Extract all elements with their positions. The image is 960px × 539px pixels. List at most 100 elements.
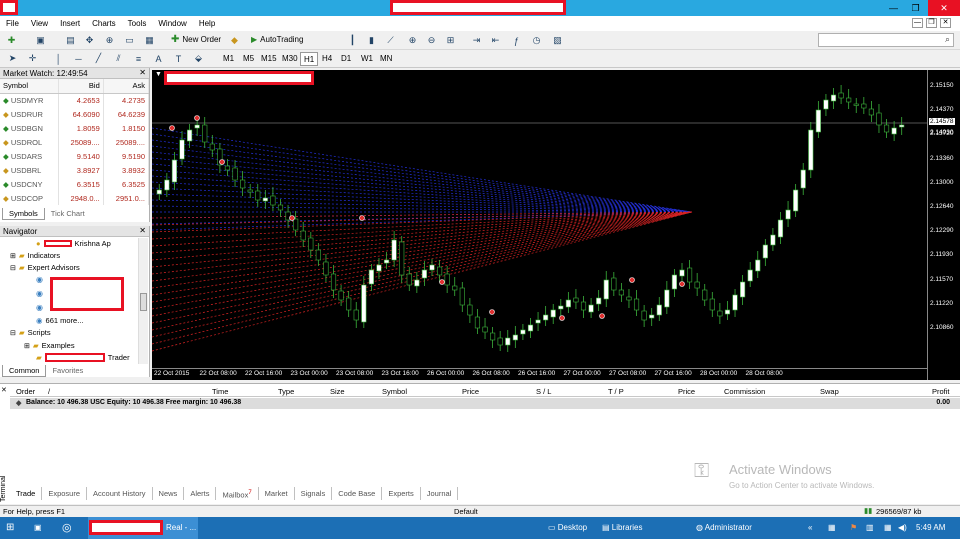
- expand-icon[interactable]: ⊞: [10, 252, 16, 260]
- shapes-icon[interactable]: ⬙: [192, 52, 205, 65]
- market-watch-row[interactable]: ◆ USDARS 9.5140 9.5190: [0, 149, 150, 163]
- metaeditor-icon[interactable]: ◆: [228, 34, 241, 47]
- column-swap[interactable]: Swap: [820, 387, 839, 396]
- desktop-toolbar[interactable]: ▭ Desktop: [548, 517, 587, 539]
- horizontal-line-icon[interactable]: ─: [72, 52, 85, 65]
- market-watch-row[interactable]: ◆ USDMYR 4.2653 4.2735: [0, 93, 150, 107]
- chrome-icon[interactable]: ◎: [62, 517, 72, 539]
- restore-button[interactable]: ❐: [906, 0, 925, 16]
- timeframe-mn[interactable]: MN: [377, 52, 395, 66]
- column-order[interactable]: Order: [16, 387, 35, 396]
- menu-file[interactable]: File: [0, 19, 25, 28]
- terminal-close-icon[interactable]: ✕: [1, 386, 7, 394]
- indicators-item[interactable]: ⊞ ▰ Indicators: [10, 251, 60, 260]
- tab-favorites[interactable]: Favorites: [46, 365, 89, 377]
- column-ask[interactable]: Ask: [103, 79, 150, 94]
- column-sl[interactable]: S / L: [536, 387, 551, 396]
- market-watch-row[interactable]: ◆ USDBRL 3.8927 3.8932: [0, 163, 150, 177]
- scripts-item[interactable]: ⊟ ▰ Scripts: [10, 328, 51, 337]
- timeframe-h1[interactable]: H1: [300, 52, 319, 66]
- balance-row[interactable]: ◆ Balance: 10 496.38 USC Equity: 10 496.…: [10, 398, 960, 409]
- data-window-icon[interactable]: ✥: [83, 34, 96, 47]
- timeframe-d1[interactable]: D1: [338, 52, 354, 66]
- line-chart-icon[interactable]: ⟋: [384, 34, 397, 47]
- tray-app-icon[interactable]: ▦: [828, 517, 836, 539]
- menu-charts[interactable]: Charts: [86, 19, 122, 28]
- timeframe-m15[interactable]: M15: [258, 52, 280, 66]
- chart-shift-icon[interactable]: ⇥: [470, 34, 483, 47]
- column-profit[interactable]: Profit: [932, 387, 950, 396]
- menu-insert[interactable]: Insert: [54, 19, 86, 28]
- timeframe-m30[interactable]: M30: [279, 52, 301, 66]
- script-item[interactable]: ▰ Trader: [36, 353, 130, 362]
- search-input[interactable]: ⌕: [818, 33, 954, 47]
- user-toolbar[interactable]: ◍ Administrator: [696, 517, 752, 539]
- cursor-icon[interactable]: ➤: [6, 52, 19, 65]
- column-size[interactable]: Size: [330, 387, 345, 396]
- tray-network-icon[interactable]: ▥: [866, 517, 874, 539]
- tab-common[interactable]: Common: [2, 365, 47, 377]
- column-bid[interactable]: Bid: [58, 79, 104, 94]
- strategy-tester-icon[interactable]: ▦: [143, 34, 156, 47]
- timeframe-w1[interactable]: W1: [358, 52, 376, 66]
- tab-news[interactable]: News: [153, 487, 185, 500]
- tab-journal[interactable]: Journal: [421, 487, 459, 500]
- market-watch-row[interactable]: ◆ USDRUR 64.6090 64.6239: [0, 107, 150, 121]
- templates-icon[interactable]: ▧: [551, 34, 564, 47]
- column-type[interactable]: Type: [278, 387, 294, 396]
- tab-trade[interactable]: Trade: [10, 487, 43, 500]
- fibonacci-icon[interactable]: ≡: [132, 52, 145, 65]
- text-label-icon[interactable]: T: [172, 52, 185, 65]
- trendline-icon[interactable]: ╱: [92, 52, 105, 65]
- column-sort[interactable]: /: [48, 387, 50, 396]
- chart-canvas[interactable]: [152, 70, 927, 370]
- column-price-current[interactable]: Price: [678, 387, 695, 396]
- price-chart[interactable]: ▼ 22 Oct 2015 22 Oct 08:00 22 Oct 16:00 23 …: [152, 70, 960, 380]
- tray-volume-icon[interactable]: ◀): [898, 517, 907, 539]
- column-symbol[interactable]: Symbol: [0, 79, 59, 94]
- market-watch-row[interactable]: ◆ USDCNY 6.3515 6.3525: [0, 177, 150, 191]
- market-watch-close-icon[interactable]: ✕: [139, 68, 146, 77]
- tab-alerts[interactable]: Alerts: [184, 487, 217, 500]
- tab-exposure[interactable]: Exposure: [42, 487, 88, 500]
- tile-windows-icon[interactable]: ⊞: [444, 34, 457, 47]
- market-watch-row[interactable]: ◆ USDROL 25089.... 25089....: [0, 135, 150, 149]
- profiles-icon[interactable]: ▣: [34, 34, 47, 47]
- new-chart-icon[interactable]: ✚: [5, 34, 18, 47]
- tray-flag-icon[interactable]: ⚑: [850, 517, 857, 539]
- market-watch-row[interactable]: ◆ USDCOP 2948.0... 2951.0...: [0, 191, 150, 205]
- indicators-icon[interactable]: ƒ: [510, 34, 523, 47]
- tray-chart-icon[interactable]: ▦: [884, 517, 892, 539]
- menu-view[interactable]: View: [25, 19, 54, 28]
- close-button[interactable]: ✕: [928, 0, 960, 16]
- column-commission[interactable]: Commission: [724, 387, 765, 396]
- tab-mailbox[interactable]: Mailbox7: [216, 487, 259, 500]
- start-icon[interactable]: ⊞: [6, 517, 14, 539]
- zoom-out-icon[interactable]: ⊖: [425, 34, 438, 47]
- menu-tools[interactable]: Tools: [122, 19, 153, 28]
- tab-account-history[interactable]: Account History: [87, 487, 153, 500]
- column-time[interactable]: Time: [212, 387, 228, 396]
- market-watch-row[interactable]: ◆ USDBGN 1.8059 1.8150: [0, 121, 150, 135]
- bar-chart-icon[interactable]: ┃: [346, 34, 359, 47]
- navigator-close-icon[interactable]: ✕: [139, 226, 146, 235]
- column-price[interactable]: Price: [462, 387, 479, 396]
- more-experts-item[interactable]: ◉ 661 more...: [36, 316, 83, 325]
- collapse-icon[interactable]: ⊟: [10, 329, 16, 337]
- tab-symbols[interactable]: Symbols: [2, 208, 45, 220]
- scroll-thumb[interactable]: [140, 293, 147, 311]
- zoom-in-icon[interactable]: ⊕: [406, 34, 419, 47]
- tab-code-base[interactable]: Code Base: [332, 487, 383, 500]
- tab-experts[interactable]: Experts: [382, 487, 421, 500]
- terminal-icon[interactable]: ▭: [123, 34, 136, 47]
- timeframe-h4[interactable]: H4: [319, 52, 335, 66]
- mdi-restore-button[interactable]: ❐: [926, 18, 937, 28]
- tab-tick-chart[interactable]: Tick Chart: [45, 208, 91, 220]
- navigator-icon[interactable]: ⊕: [103, 34, 116, 47]
- libraries-toolbar[interactable]: ▤ Libraries: [602, 517, 642, 539]
- expand-icon[interactable]: ⊞: [24, 342, 30, 350]
- tab-market[interactable]: Market: [259, 487, 295, 500]
- candlestick-icon[interactable]: ▮: [365, 34, 378, 47]
- desktop-app-icon[interactable]: ▣: [34, 517, 42, 539]
- tray-clock[interactable]: 5:49 AM: [916, 517, 945, 539]
